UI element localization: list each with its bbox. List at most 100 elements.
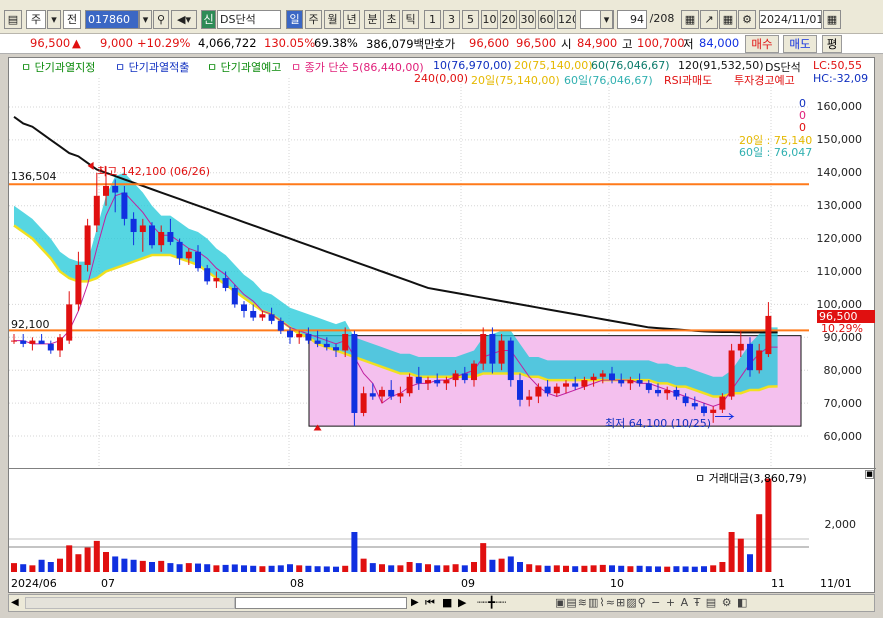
legend-ma60[interactable]: 60(76,046,67): [591, 59, 670, 72]
scrollbar-track[interactable]: [25, 597, 235, 609]
legend-ma20[interactable]: 20(75,140,00): [514, 59, 593, 72]
candle-body: [149, 225, 155, 246]
candle-body: [480, 334, 487, 364]
stock-code-input[interactable]: 017860: [85, 10, 139, 29]
stock-kind-select[interactable]: 주: [26, 10, 46, 29]
candle-body: [507, 340, 514, 381]
period-tick-button[interactable]: 틱: [402, 10, 419, 29]
data-count-input[interactable]: 94: [617, 10, 647, 29]
volume-bar: [471, 562, 477, 572]
volume-bar: [204, 564, 211, 572]
period-minute-button[interactable]: 분: [364, 10, 381, 29]
candle-body: [259, 314, 266, 318]
y-tick-label: 130,000: [816, 199, 863, 212]
volume-bar: [29, 565, 36, 572]
legend-ma10[interactable]: 10(76,970,00): [433, 59, 512, 72]
period-week-button[interactable]: 주: [305, 10, 322, 29]
candle-body: [747, 343, 753, 371]
candle-body: [268, 314, 275, 321]
play-icon[interactable]: ▶: [458, 596, 466, 609]
eval-button[interactable]: 평: [822, 35, 842, 53]
volume-pane[interactable]: ㅁ 거래대금(3,860,79) 2,000 ■: [9, 468, 876, 576]
price-pane[interactable]: ㅁ 단기과열지정 ㅁ 단기과열적출 ㅁ 단기과열예고 ㅁ 종가 단순 5(86,…: [9, 58, 876, 468]
interval-dropdown-icon[interactable]: ▾: [600, 10, 613, 29]
interval-1-button[interactable]: 1: [424, 10, 441, 29]
tool-icons[interactable]: ▣▤≋▥⌇≈⊞▨⚲ − + A Ŧ ▤ ⚙ ◧: [555, 596, 748, 609]
legend-invest-warning[interactable]: 투자경고예고: [734, 72, 795, 88]
stock-name-field[interactable]: DS단석: [217, 10, 281, 29]
interval-5-button[interactable]: 5: [462, 10, 479, 29]
layout-icon[interactable]: ▤: [4, 10, 22, 29]
volume-bar: [609, 565, 615, 572]
trade-amount: 386,079백만: [366, 37, 435, 51]
interval-3-button[interactable]: 3: [443, 10, 460, 29]
x-tick-label: 08: [290, 577, 304, 590]
legend-ma20-day[interactable]: 20일(75,140,00): [471, 72, 560, 88]
grid-icon[interactable]: ▦: [681, 10, 699, 29]
legend-overheat-warning[interactable]: ㅁ 단기과열예고: [207, 59, 281, 75]
calendar-icon[interactable]: ▦: [823, 10, 841, 29]
close-icon[interactable]: ■: [865, 470, 874, 479]
candle-body: [563, 383, 569, 387]
x-tick-label: 11: [771, 577, 785, 590]
volume-bar: [719, 562, 726, 572]
volume-bar: [553, 565, 560, 572]
legend-ma5[interactable]: ㅁ 종가 단순 5(86,440,00): [291, 59, 424, 75]
volume-bar: [277, 565, 284, 572]
date-input[interactable]: 2024/11/01: [759, 10, 822, 29]
volume-bar: [507, 556, 514, 572]
quote-bar: 96,500 ▲ 9,000 +10.29% 4,066,722 130.05%…: [0, 34, 883, 54]
buy-button[interactable]: 매수: [745, 35, 779, 53]
legend-overheat-designate[interactable]: ㅁ 단기과열지정: [21, 59, 95, 75]
candle-body: [526, 396, 533, 400]
candle-body: [379, 389, 385, 397]
volume-bar: [195, 563, 201, 572]
y-tick-label: 80,000: [823, 364, 863, 377]
save-icon[interactable]: ▦: [719, 10, 737, 29]
legend-overheat-release[interactable]: ㅁ 단기과열적출: [115, 59, 189, 75]
volume-bar: [314, 566, 321, 572]
zoom-slider-icon[interactable]: ┈┈╋┈┈: [477, 596, 506, 609]
high-annotation: 최고 142,100 (06/26): [97, 165, 211, 178]
candle-body: [333, 347, 339, 351]
volume-bar: [103, 552, 109, 572]
interval-30-button[interactable]: 30: [519, 10, 536, 29]
period-day-button[interactable]: 일: [286, 10, 303, 29]
volume-bar: [682, 566, 689, 572]
level-low-label: 92,100: [11, 318, 50, 331]
volume-bar: [461, 565, 468, 572]
scrollbar-thumb[interactable]: [235, 597, 407, 609]
candle-body: [130, 218, 137, 233]
stop-icon[interactable]: ■: [442, 596, 452, 609]
y-tick-label: 120,000: [816, 232, 863, 245]
rewind-icon[interactable]: ⏮: [425, 596, 435, 610]
scroll-left-icon[interactable]: ◀: [11, 597, 19, 608]
legend-ma60-day[interactable]: 60일(76,046,67): [564, 72, 653, 88]
code-dropdown-icon[interactable]: ▾: [139, 10, 152, 29]
volume-bar: [231, 564, 238, 572]
search-icon[interactable]: ⚲: [153, 10, 169, 29]
sound-icon[interactable]: ◀▾: [171, 10, 197, 29]
period-year-button[interactable]: 년: [343, 10, 360, 29]
candle-body: [342, 334, 349, 351]
interval-60-button[interactable]: 60: [538, 10, 555, 29]
candle-body: [590, 376, 597, 381]
legend-ma120[interactable]: 120(91,532,50): [678, 59, 764, 72]
trend-icon[interactable]: ↗: [700, 10, 718, 29]
candle-body: [388, 389, 395, 397]
legend-rsi[interactable]: RSI과매도: [664, 72, 712, 88]
period-month-button[interactable]: 월: [324, 10, 341, 29]
legend-ma240[interactable]: 240(0,00): [414, 72, 468, 85]
interval-10-button[interactable]: 10: [481, 10, 498, 29]
scroll-right-icon[interactable]: ▶: [411, 597, 419, 608]
volume-bar: [544, 565, 551, 572]
sell-button[interactable]: 매도: [783, 35, 817, 53]
volume-bar: [498, 558, 505, 572]
period-second-button[interactable]: 초: [383, 10, 400, 29]
dropdown-arrow-icon[interactable]: ▾: [47, 10, 61, 29]
volume-bar: [185, 563, 192, 572]
search-mode-button[interactable]: 전: [63, 10, 81, 29]
settings-icon[interactable]: ⚙: [738, 10, 756, 29]
interval-20-button[interactable]: 20: [500, 10, 517, 29]
interval-120-button[interactable]: 120: [557, 10, 576, 29]
